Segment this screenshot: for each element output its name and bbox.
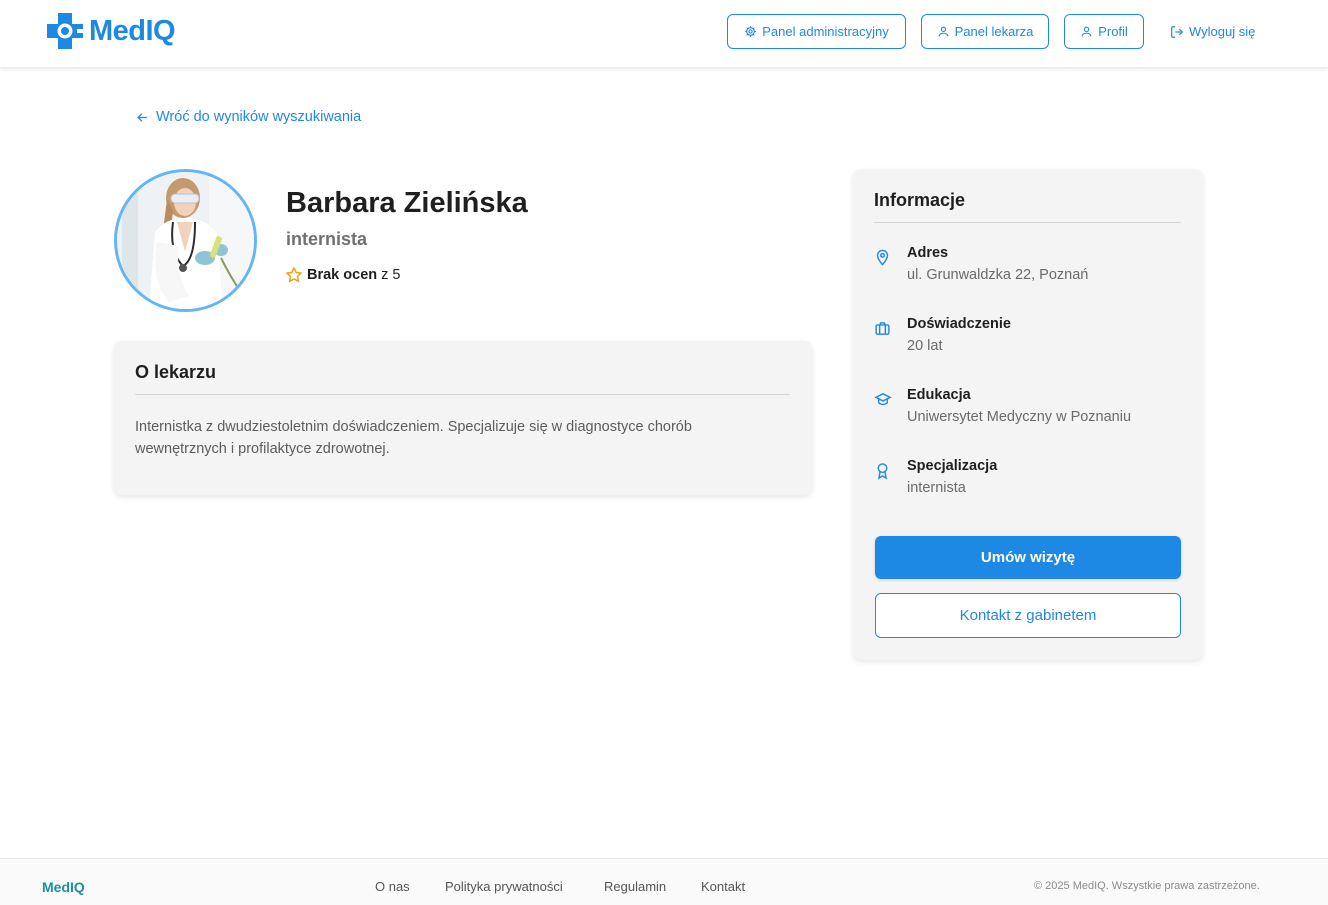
rating-scale: z 5 [381,267,401,283]
doctor-panel-button[interactable]: Panel lekarza [921,14,1049,49]
info-address: Adres ul. Grunwaldzka 22, Poznań [874,245,1088,283]
graduation-cap-icon [874,393,892,406]
user-icon [938,26,948,37]
info-value: Uniwersytet Medyczny w Poznaniu [907,409,1132,425]
user-icon [1081,26,1092,37]
info-specialization: Specjalizacja internista [874,458,997,496]
map-pin-icon [876,249,889,266]
doctor-specialty: internista [286,229,368,249]
arrow-left-icon [137,112,147,122]
award-icon [877,463,888,480]
info-value: ul. Grunwaldzka 22, Poznań [907,267,1089,283]
footer-link-contact[interactable]: Kontakt [701,879,745,894]
book-appointment-button[interactable]: Umów wizytę [875,536,1181,579]
mediq-logo[interactable]: MedIQ [46,12,176,50]
profile-button[interactable]: Profil [1064,14,1144,49]
footer-link-about[interactable]: O nas [375,879,410,894]
info-value: internista [907,480,966,496]
logout-icon [1171,25,1184,38]
about-doctor-card: O lekarzu Internistka z dwudziestoletnim… [114,341,812,495]
admin-panel-button[interactable]: Panel administracyjny [727,14,906,49]
footer: MedIQ O nas Polityka prywatności Regulam… [0,858,1328,905]
star-icon [286,267,302,283]
info-title: Informacje [874,190,966,210]
doctor-rating: Brak ocen z 5 [285,266,400,284]
info-label: Edukacja [907,387,971,403]
briefcase-icon [875,322,890,335]
about-title: O lekarzu [135,362,217,382]
footer-brand[interactable]: MedIQ [42,879,85,895]
doctor-photo [117,172,254,309]
brand-name: MedIQ [89,14,176,47]
medical-cross-logo-icon [47,13,83,49]
logout-label: Wyloguj się [1189,24,1256,39]
footer-link-privacy[interactable]: Polityka prywatności [445,879,563,894]
gear-icon [745,26,757,37]
divider [135,394,790,395]
back-to-results-link[interactable]: Wróć do wyników wyszukiwania [136,109,361,125]
contact-office-button[interactable]: Kontakt z gabinetem [875,593,1181,638]
logout-button[interactable]: Wyloguj się [1170,14,1255,49]
info-education: Edukacja Uniwersytet Medyczny w Poznaniu [874,387,1131,425]
doctor-name: Barbara Zielińska [286,187,528,219]
doctor-panel-label: Panel lekarza [954,24,1034,39]
footer-link-terms[interactable]: Regulamin [604,879,666,894]
admin-panel-label: Panel administracyjny [762,24,889,39]
about-description: Internistka z dwudziestoletnim doświadcz… [135,419,692,457]
divider [874,222,1181,223]
information-card: Informacje Adres ul. Grunwaldzka 22, Poz… [853,169,1203,660]
info-label: Doświadczenie [907,316,1011,332]
rating-label: Brak ocen [307,267,378,283]
info-experience: Doświadczenie 20 lat [874,316,1011,354]
info-label: Specjalizacja [907,458,998,474]
back-link-label: Wróć do wyników wyszukiwania [156,109,362,125]
copyright-text: © 2025 MedIQ. Wszystkie prawa zastrzeżon… [1034,880,1260,892]
top-navbar: MedIQ Panel administracyjny Panel lekarz… [0,0,1328,68]
info-value: 20 lat [907,338,943,354]
doctor-avatar [114,169,257,312]
info-label: Adres [907,245,949,261]
profile-label: Profil [1098,24,1128,39]
